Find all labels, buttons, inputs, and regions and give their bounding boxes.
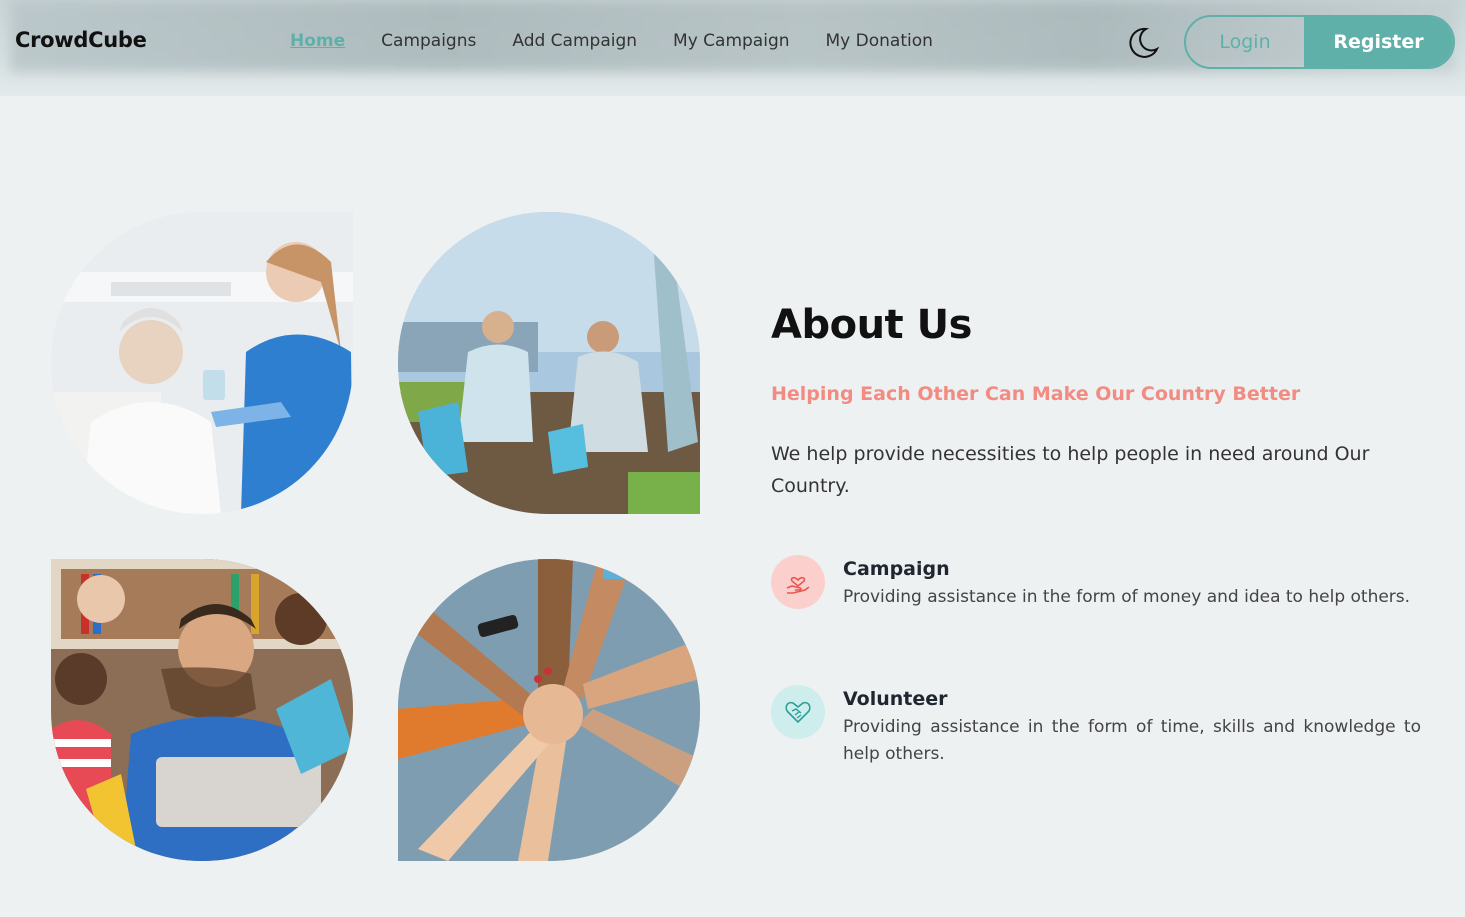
nav-campaigns[interactable]: Campaigns	[381, 31, 476, 51]
login-button[interactable]: Login	[1186, 17, 1304, 67]
feature-body: Campaign Providing assistance in the for…	[843, 555, 1421, 611]
feature-text: Providing assistance in the form of mone…	[843, 587, 1411, 607]
feature-text: Providing assistance in the form of time…	[843, 717, 1421, 764]
nav-my-donation[interactable]: My Donation	[826, 31, 933, 51]
feature-volunteer: Volunteer Providing assistance in the fo…	[771, 685, 1421, 768]
about-title: About Us	[771, 302, 972, 348]
about-tagline: Helping Each Other Can Make Our Country …	[771, 383, 1301, 405]
nav-my-campaign[interactable]: My Campaign	[673, 31, 789, 51]
photo-volunteers-cleanup	[398, 212, 700, 514]
feature-body: Volunteer Providing assistance in the fo…	[843, 685, 1421, 768]
site-header: CrowdCube Home Campaigns Add Campaign My…	[0, 0, 1465, 96]
nav-home[interactable]: Home	[290, 31, 345, 51]
register-button[interactable]: Register	[1304, 17, 1453, 67]
photo-teacher-children	[51, 559, 353, 861]
feature-title: Campaign	[843, 558, 950, 580]
auth-buttons: Login Register	[1184, 15, 1455, 69]
handshake-heart-icon	[771, 685, 825, 739]
site-logo[interactable]: CrowdCube	[15, 28, 147, 52]
moon-icon[interactable]	[1124, 24, 1162, 62]
nav-add-campaign[interactable]: Add Campaign	[512, 31, 637, 51]
heart-hand-icon	[771, 555, 825, 609]
main-nav: Home Campaigns Add Campaign My Campaign …	[290, 31, 933, 51]
feature-title: Volunteer	[843, 688, 948, 710]
about-description: We help provide necessities to help peop…	[771, 443, 1370, 497]
photo-hands-together	[398, 559, 700, 861]
photo-nurse-elderly	[51, 212, 353, 514]
feature-campaign: Campaign Providing assistance in the for…	[771, 555, 1421, 611]
